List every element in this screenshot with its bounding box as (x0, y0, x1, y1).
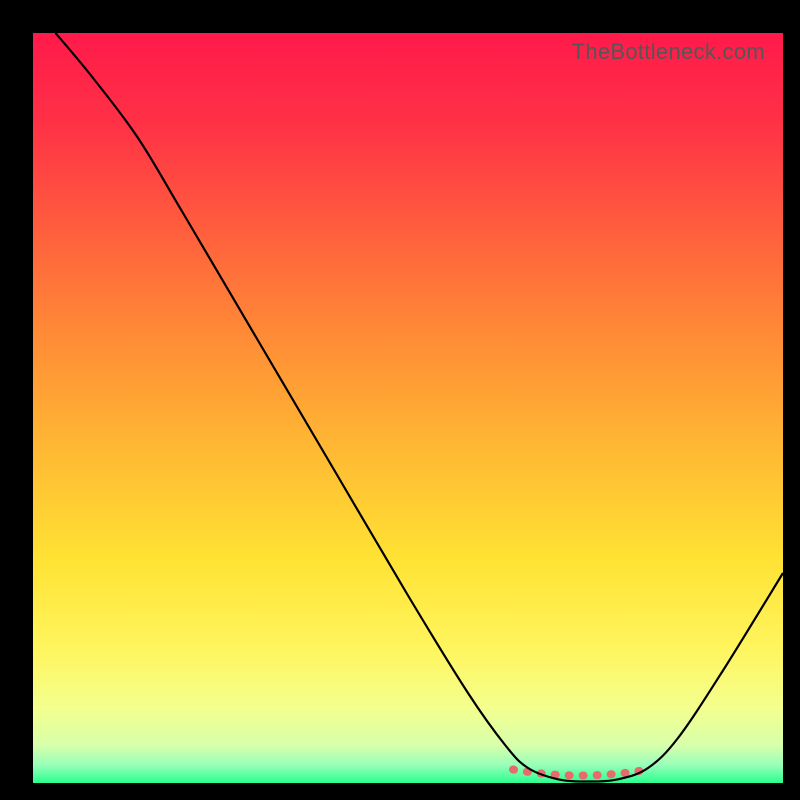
bottleneck-curve (56, 33, 784, 782)
curve-layer (33, 33, 783, 783)
chart-frame: TheBottleneck.com (0, 0, 800, 800)
plot-area: TheBottleneck.com (33, 33, 783, 783)
